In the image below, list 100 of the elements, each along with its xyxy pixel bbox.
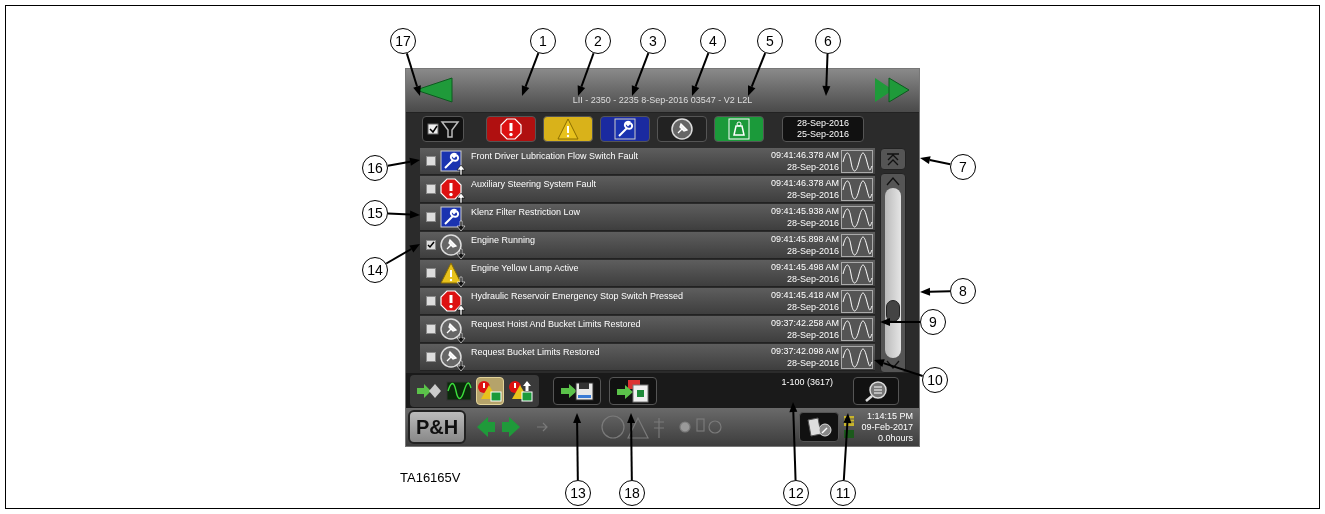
callout-number: 13 [565, 480, 591, 506]
details-button[interactable] [853, 376, 899, 405]
status-light-icon [843, 429, 856, 440]
event-row[interactable]: Request Bucket Limits Restored 09:37:42.098 AM 28-Sep-2016 [420, 344, 875, 372]
export-document-icon [615, 378, 651, 403]
event-date: 28-Sep-2016 [786, 329, 839, 342]
wrench-icon [614, 118, 636, 141]
callout-number: 15 [362, 200, 388, 226]
event-message: Hydraulic Reservoir Emergency Stop Switch Pressed [471, 290, 685, 304]
callout-number: 9 [920, 309, 946, 335]
callout-number: 12 [783, 480, 809, 506]
callout-number: 11 [830, 480, 856, 506]
event-time: 09:41:46.378 AM [770, 149, 839, 162]
event-row[interactable]: Engine Yellow Lamp Active 09:41:45.498 AM 28-Sep-2016 [420, 260, 875, 288]
event-time: 09:37:42.258 AM [770, 317, 839, 330]
date-range-button[interactable]: 28-Sep-2016 25-Sep-2016 [782, 116, 864, 143]
event-date: 28-Sep-2016 [786, 189, 839, 202]
event-checkbox[interactable] [426, 324, 436, 335]
waveform-thumbnail[interactable] [841, 317, 873, 341]
save-button[interactable] [553, 376, 601, 405]
pushpin-icon [671, 118, 693, 141]
event-checkbox[interactable] [426, 184, 436, 195]
event-log-button[interactable] [799, 412, 840, 443]
figure-caption: TA16165V [400, 470, 461, 485]
event-time: 09:41:45.498 AM [770, 261, 839, 274]
event-checkbox[interactable] [426, 352, 436, 363]
callout-arrow [631, 52, 650, 96]
event-row[interactable]: Engine Running 09:41:45.898 AM 28-Sep-2016 [420, 232, 875, 260]
load-filter-button[interactable] [714, 116, 764, 143]
event-row[interactable]: Front Driver Lubrication Flow Switch Fault 09:41:46.378 AM 28-Sep-2016 [420, 148, 875, 176]
callout-arrow [386, 157, 420, 167]
event-row[interactable]: Klenz Filter Restriction Low 09:41:45.938 AM 28-Sep-2016 [420, 204, 875, 232]
callout-arrow [822, 53, 831, 96]
event-row[interactable]: Auxiliary Steering System Fault 09:41:46.378 AM 28-Sep-2016 [420, 176, 875, 204]
callout-number: 17 [390, 28, 416, 54]
event-filter-button[interactable] [657, 116, 707, 143]
event-checkbox[interactable] [426, 156, 436, 167]
event-date: 28-Sep-2016 [786, 217, 839, 230]
warning-icon [557, 118, 579, 141]
event-checkbox[interactable] [426, 212, 436, 223]
callout-number: 2 [585, 28, 611, 54]
event-message: Klenz Filter Restriction Low [471, 206, 582, 220]
event-time: 09:41:45.938 AM [770, 205, 839, 218]
clock-time: 1:14:15 PM [866, 410, 913, 422]
left-arrow-icon[interactable] [476, 416, 496, 439]
event-message: Engine Yellow Lamp Active [471, 262, 580, 276]
callout-arrow [405, 52, 421, 96]
fault-filter-button[interactable] [486, 116, 536, 143]
event-row[interactable]: Hydraulic Reservoir Emergency Stop Switch Pressed 09:41:45.418 AM 28-Sep-2016 [420, 288, 875, 316]
event-date: 28-Sep-2016 [786, 161, 839, 174]
scrollbar[interactable] [880, 173, 906, 373]
event-checkbox[interactable] [426, 240, 436, 251]
checkbox-funnel-icon [426, 119, 460, 140]
event-checkbox[interactable] [426, 268, 436, 279]
callout-number: 14 [362, 257, 388, 283]
weight-icon [728, 118, 750, 141]
view-mode-button[interactable] [476, 376, 504, 405]
clock-date: 09-Feb-2017 [861, 421, 913, 433]
callout-number: 18 [619, 480, 645, 506]
callout-arrow [573, 413, 582, 481]
waveform-thumbnail[interactable] [841, 233, 873, 257]
callout-arrow [874, 359, 924, 377]
pages-pin-icon [805, 416, 834, 439]
callout-arrow [627, 413, 636, 481]
callout-arrow [385, 244, 420, 265]
callout-number: 5 [757, 28, 783, 54]
waveform-thumbnail[interactable] [841, 345, 873, 369]
operating-hours: 0.0hours [877, 432, 913, 444]
brand-logo[interactable]: P&H [408, 410, 466, 445]
callout-number: 4 [700, 28, 726, 54]
callout-number: 3 [640, 28, 666, 54]
filter-button[interactable] [422, 116, 464, 143]
callout-arrow [920, 287, 951, 296]
double-up-caret-icon [886, 152, 900, 167]
callout-arrow [577, 52, 595, 96]
callout-arrow [920, 156, 952, 166]
alarm-stack-icon [477, 379, 503, 402]
event-time: 09:41:45.418 AM [770, 289, 839, 302]
callout-arrow [521, 52, 540, 96]
event-row[interactable]: Request Hoist And Bucket Limits Restored 09:37:42.258 AM 28-Sep-2016 [420, 316, 875, 344]
event-time: 09:41:45.898 AM [770, 233, 839, 246]
event-time: 09:41:46.378 AM [770, 177, 839, 190]
waveform-thumbnail[interactable] [841, 289, 873, 313]
event-message: Request Bucket Limits Restored [471, 346, 601, 360]
maintenance-filter-button[interactable] [600, 116, 650, 143]
waveform-thumbnail[interactable] [841, 149, 873, 173]
event-date: 28-Sep-2016 [786, 301, 839, 314]
callout-number: 1 [530, 28, 556, 54]
event-checkbox[interactable] [426, 296, 436, 307]
waveform-thumbnail[interactable] [841, 205, 873, 229]
waveform-thumbnail[interactable] [841, 177, 873, 201]
waveform-thumbnail[interactable] [841, 261, 873, 285]
export-button[interactable] [609, 376, 657, 405]
event-date: 28-Sep-2016 [786, 273, 839, 286]
event-message: Engine Running [471, 234, 537, 248]
warning-filter-button[interactable] [543, 116, 593, 143]
callout-arrow [387, 210, 420, 219]
right-arrow-icon[interactable] [501, 416, 521, 439]
event-message: Front Driver Lubrication Flow Switch Fault [471, 150, 640, 164]
scrollbar-thumb[interactable] [886, 300, 900, 323]
